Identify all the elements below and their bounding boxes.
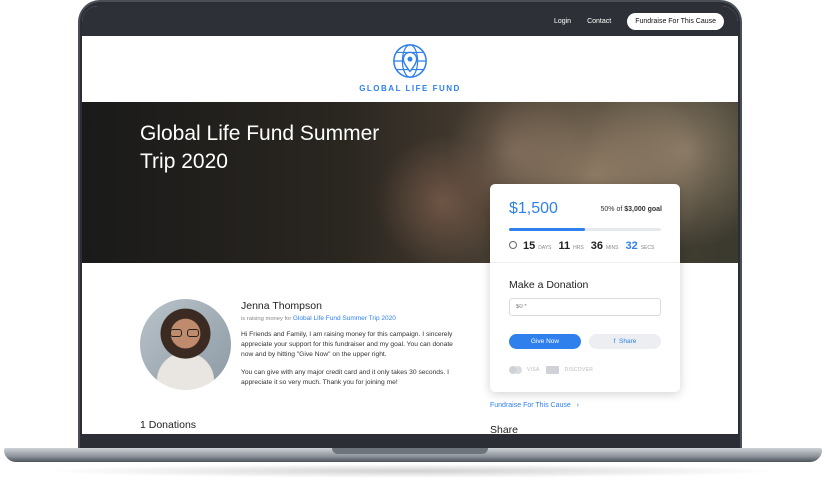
top-nav: Login Contact Fundraise For This Cause (82, 6, 738, 36)
donations-title: 1 Donations (140, 419, 197, 431)
amex-icon (545, 366, 559, 374)
goal-progress-bar (509, 228, 661, 231)
make-donation-title: Make a Donation (509, 279, 589, 291)
clock-icon (509, 241, 517, 249)
brand-name: GLOBAL LIFE FUND (359, 84, 461, 93)
countdown-timer: 15 DAYS 11 HRS 36 MINS 32 SECS (509, 240, 658, 252)
give-now-button[interactable]: Give Now (509, 334, 581, 349)
countdown-mins: 36 (590, 240, 603, 252)
mastercard-icon (509, 366, 522, 374)
goal-percent: 50% (600, 206, 615, 213)
fundraise-cause-button[interactable]: Fundraise For This Cause (627, 12, 724, 30)
story-paragraph-1: Hi Friends and Family, I am raising mone… (241, 331, 453, 358)
raising-prefix: is raising money for (241, 316, 292, 322)
fundraiser-name: Jenna Thompson (241, 300, 322, 312)
contact-link[interactable]: Contact (587, 18, 611, 25)
discover-icon: DISCOVER (564, 367, 594, 373)
donation-card: $1,500 50% of $3,000 goal 15 DAYS 11 HRS… (490, 184, 680, 392)
fundraise-cause-link[interactable]: Fundraise For This Cause › (490, 402, 579, 409)
laptop-notch (332, 448, 488, 454)
share-button[interactable]: f Share (589, 334, 661, 349)
countdown-secs-label: SECS (640, 245, 655, 251)
laptop-shadow (40, 464, 786, 478)
hero-title: Global Life Fund Summer Trip 2020 (140, 122, 380, 173)
visa-icon: VISA (527, 367, 540, 373)
campaign-link[interactable]: Global Life Fund Summer Trip 2020 (293, 315, 396, 322)
countdown-mins-label: MINS (605, 245, 619, 251)
story-paragraph-2: You can give with any major credit card … (241, 369, 449, 386)
countdown-hrs-label: HRS (573, 245, 584, 251)
laptop-screen: Login Contact Fundraise For This Cause G… (82, 6, 738, 434)
fundraise-cause-link-label: Fundraise For This Cause (490, 402, 571, 409)
card-divider (490, 262, 680, 263)
laptop-mockup: Login Contact Fundraise For This Cause G… (0, 0, 826, 497)
avatar (140, 299, 231, 390)
countdown-days: 15 (523, 240, 536, 252)
donation-amount-input[interactable] (509, 298, 661, 316)
brand-header: GLOBAL LIFE FUND (82, 36, 738, 102)
raised-amount: $1,500 (509, 200, 558, 217)
login-link[interactable]: Login (554, 18, 571, 25)
share-button-label: Share (619, 338, 637, 345)
raising-line: is raising money for Global Life Fund Su… (241, 315, 396, 322)
goal-amount: $3,000 goal (624, 206, 662, 213)
countdown-secs: 32 (625, 240, 638, 252)
fundraiser-story: Hi Friends and Family, I am raising mone… (241, 330, 456, 396)
share-title: Share (490, 424, 519, 434)
globe-pin-icon (393, 44, 427, 78)
chevron-right-icon: › (572, 402, 579, 409)
countdown-hrs: 11 (558, 240, 571, 252)
goal-of: of (616, 206, 623, 213)
goal-text: 50% of $3,000 goal (600, 206, 662, 213)
goal-progress-fill (509, 228, 585, 231)
glasses-icon (170, 329, 201, 337)
countdown-days-label: DAYS (538, 245, 552, 251)
payment-methods: VISA DISCOVER (509, 366, 593, 374)
